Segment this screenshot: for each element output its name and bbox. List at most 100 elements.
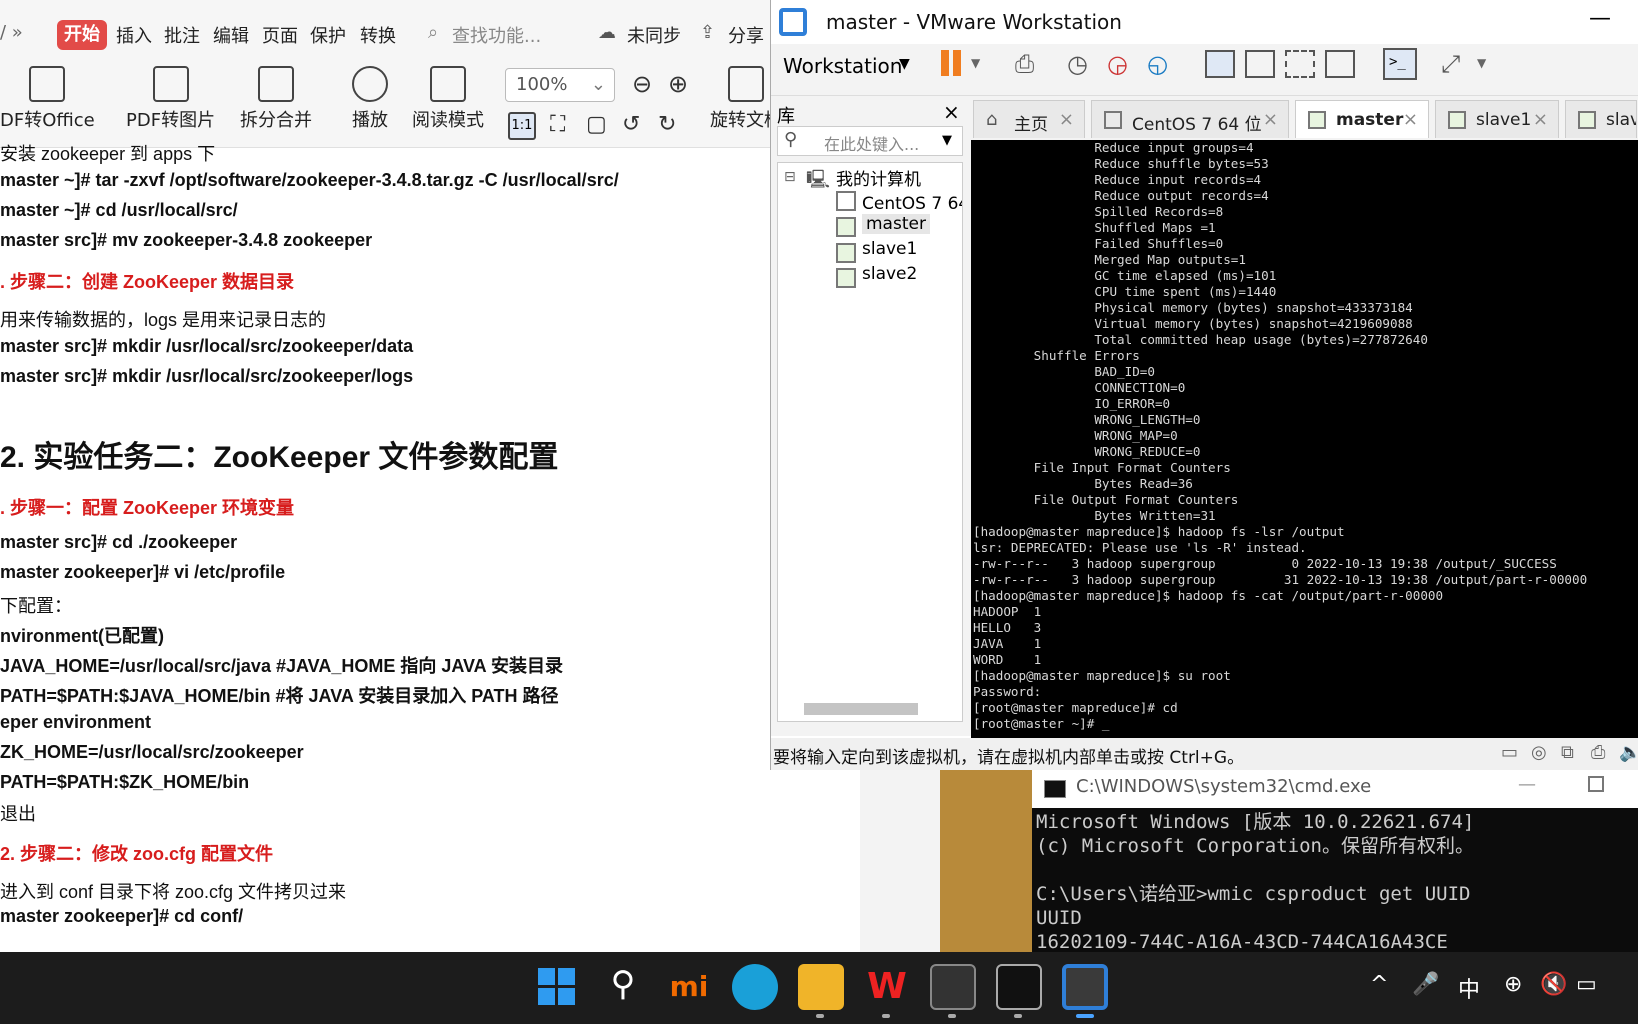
cd-rom-icon[interactable]: ◎: [1531, 742, 1547, 763]
zoom-in-icon[interactable]: ⊕: [668, 70, 688, 98]
network-icon[interactable]: ⧉: [1561, 742, 1574, 763]
tree-item-slave1[interactable]: slave1: [862, 239, 917, 259]
tab-slave2[interactable]: slave2: [1565, 100, 1637, 138]
search-function-input[interactable]: 查找功能...: [452, 22, 541, 48]
play-button[interactable]: 播放: [352, 66, 388, 132]
wps-icon[interactable]: W: [864, 964, 910, 1010]
pdf-to-office-button[interactable]: DF转Office: [0, 66, 95, 132]
pause-icon[interactable]: [941, 50, 949, 76]
chevron-up-icon[interactable]: ^: [1370, 972, 1388, 997]
search-icon[interactable]: ⌕: [428, 22, 438, 43]
reading-mode-button[interactable]: 阅读模式: [412, 66, 484, 132]
console-view-icon[interactable]: >_: [1383, 48, 1417, 80]
pdf-to-image-button[interactable]: PDF转图片: [126, 66, 215, 132]
collapse-icon[interactable]: ⊟: [784, 169, 796, 185]
actual-size-icon[interactable]: 1:1: [508, 112, 536, 140]
mi-app-icon[interactable]: mi: [666, 964, 712, 1010]
tree-item-slave2[interactable]: slave2: [862, 264, 917, 284]
stretch-guest-icon[interactable]: ⤢: [1441, 50, 1460, 78]
cmd-output[interactable]: Microsoft Windows [版本 10.0.22621.674] (c…: [1036, 810, 1474, 954]
close-icon[interactable]: ×: [1403, 109, 1418, 130]
tab-page[interactable]: 页面: [262, 22, 298, 48]
close-icon[interactable]: ×: [1059, 109, 1074, 130]
unity-icon[interactable]: [1325, 50, 1355, 78]
sound-icon[interactable]: 🔈: [1619, 742, 1638, 763]
hard-disk-icon[interactable]: ▭: [1501, 742, 1518, 763]
horizontal-scrollbar[interactable]: [804, 703, 918, 715]
rotate-right-icon[interactable]: ↻: [658, 112, 676, 137]
zoom-out-icon[interactable]: ⊖: [632, 70, 652, 98]
status-hint: 要将输入定向到该虚拟机，请在虚拟机内部单击或按 Ctrl+G。: [773, 748, 1245, 768]
close-icon[interactable]: ×: [943, 100, 960, 124]
tab-centos[interactable]: CentOS 7 64 位 ×: [1091, 100, 1289, 138]
fullscreen-icon[interactable]: [1285, 50, 1315, 78]
cmd-taskbar-icon[interactable]: [996, 964, 1042, 1010]
tab-home-label: 主页: [1014, 115, 1048, 135]
tab-comment[interactable]: 批注: [164, 22, 200, 48]
tab-convert[interactable]: 转换: [360, 22, 396, 48]
chevron-down-icon: ⌄: [590, 74, 606, 95]
tab-protect[interactable]: 保护: [310, 22, 346, 48]
tab-master[interactable]: master ×: [1295, 100, 1429, 138]
snapshot-icon[interactable]: ◷: [1067, 50, 1088, 78]
maximize-icon[interactable]: [1588, 776, 1604, 792]
volume-mute-icon[interactable]: 🔇: [1540, 972, 1567, 997]
thumbnail-bar-icon[interactable]: [1245, 50, 1275, 78]
share-button[interactable]: 分享: [728, 22, 764, 48]
close-icon[interactable]: ×: [1263, 109, 1278, 130]
battery-icon[interactable]: ▭: [1576, 972, 1597, 997]
printer-icon[interactable]: ⎙: [1591, 742, 1605, 763]
computer-icon: 🖳: [806, 169, 831, 190]
sync-status[interactable]: 未同步: [627, 22, 681, 48]
vm-console-terminal[interactable]: Reduce input groups=4 Reduce shuffle byt…: [971, 140, 1638, 738]
workstation-menu[interactable]: Workstation: [783, 54, 902, 78]
nav-arrow-icon[interactable]: / »: [0, 22, 23, 43]
split-merge-button[interactable]: 拆分合并: [240, 66, 312, 132]
fit-page-icon[interactable]: ⛶: [550, 112, 565, 137]
minimize-icon[interactable]: —: [1518, 774, 1536, 795]
section-heading: 2. 实验任务二：ZooKeeper 文件参数配置: [0, 441, 559, 474]
search-icon[interactable]: ⚲: [600, 964, 646, 1010]
doc-text-line: PATH=$PATH:$JAVA_HOME/bin #将 JAVA 安装目录加入…: [0, 686, 559, 706]
globe-icon[interactable]: ⊕: [1504, 972, 1522, 997]
tree-root-my-computer[interactable]: 我的计算机: [836, 165, 921, 190]
library-search-input[interactable]: ⚲ 在此处键入... ▼: [777, 126, 963, 156]
chevron-down-icon[interactable]: ▼: [942, 133, 952, 148]
zoom-select[interactable]: 100% ⌄: [505, 68, 615, 102]
close-icon[interactable]: ×: [1533, 109, 1548, 130]
zoom-value: 100%: [516, 74, 568, 95]
chevron-down-icon[interactable]: ▼: [971, 56, 980, 70]
snapshot-manager-icon[interactable]: ◵: [1147, 50, 1168, 78]
show-library-icon[interactable]: [1205, 50, 1235, 78]
send-ctrl-alt-del-icon[interactable]: ⎙: [1015, 50, 1034, 78]
terminal-app-icon[interactable]: [930, 964, 976, 1010]
home-icon: ⌂: [986, 109, 998, 130]
tab-start[interactable]: 开始: [57, 20, 107, 50]
rotate-left-icon[interactable]: ↺: [622, 112, 640, 137]
windows-logo-pane: [558, 968, 575, 985]
split-merge-label: 拆分合并: [240, 110, 312, 131]
windows-logo-pane: [558, 988, 575, 1005]
share-icon: ⇪: [700, 22, 716, 43]
tree-item-centos[interactable]: CentOS 7 64 位: [862, 189, 962, 214]
minimize-icon[interactable]: —: [1589, 6, 1611, 31]
wps-pdf-window: / » 开始 插入 批注 编辑 页面 保护 转换 ⌕ 查找功能... ☁ 未同步…: [0, 0, 860, 952]
tab-master-label: master: [1336, 110, 1404, 130]
ime-indicator[interactable]: 中: [1458, 972, 1480, 1004]
revert-snapshot-icon[interactable]: ◶: [1107, 50, 1128, 78]
tree-item-master[interactable]: master: [862, 214, 930, 234]
tab-insert[interactable]: 插入: [116, 22, 152, 48]
tab-edit[interactable]: 编辑: [213, 22, 249, 48]
chevron-down-icon[interactable]: ▼: [1477, 56, 1486, 70]
tab-slave1[interactable]: slave1 ×: [1435, 100, 1559, 138]
fit-width-icon[interactable]: ▢: [586, 112, 607, 137]
vm-running-icon: [1448, 111, 1466, 129]
chevron-down-icon[interactable]: ▼: [899, 56, 910, 72]
rotate-document-icon: [728, 66, 764, 102]
start-button[interactable]: [534, 964, 580, 1010]
file-explorer-icon[interactable]: [798, 964, 844, 1010]
tab-home[interactable]: ⌂ 主页 ×: [973, 100, 1085, 138]
microphone-icon[interactable]: 🎤: [1412, 972, 1439, 997]
vmware-taskbar-icon[interactable]: [1062, 964, 1108, 1010]
edge-icon[interactable]: [732, 964, 778, 1010]
